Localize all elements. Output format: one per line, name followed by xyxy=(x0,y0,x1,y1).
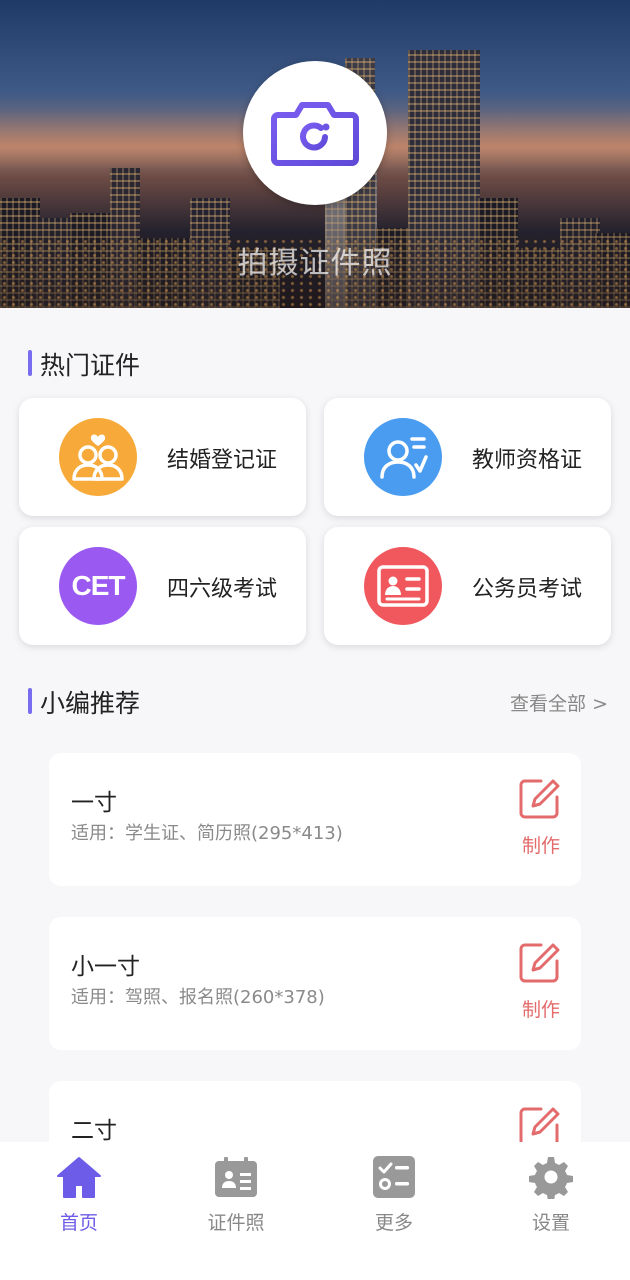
edit-icon[interactable] xyxy=(517,941,561,985)
rec-item-title: 小一寸 xyxy=(71,954,140,980)
nav-id-photo[interactable]: 证件照 xyxy=(176,1154,296,1235)
hot-item-marriage[interactable]: 结婚登记证 xyxy=(19,398,306,516)
nav-label: 更多 xyxy=(374,1212,413,1234)
nav-settings[interactable]: 设置 xyxy=(491,1154,611,1235)
recommend-section-title: 小编推荐 xyxy=(28,684,140,720)
hot-item-label: 四六级考试 xyxy=(167,577,278,602)
id-card-icon xyxy=(364,547,442,625)
rec-item-small-one-inch[interactable]: 小一寸 适用：驾照、报名照(260*378) 制作 xyxy=(49,917,581,1050)
hero-banner[interactable]: 拍摄证件照 xyxy=(0,0,630,308)
see-all-link[interactable]: 查看全部 > xyxy=(510,689,608,716)
rec-item-desc: 适用：驾照、报名照(260*378) xyxy=(71,987,325,1008)
bottom-nav: 首页 证件照 更多 设置 xyxy=(0,1142,630,1280)
camera-button[interactable] xyxy=(243,61,387,205)
hot-item-teacher[interactable]: 教师资格证 xyxy=(324,398,611,516)
hot-item-label: 公务员考试 xyxy=(472,577,583,602)
checklist-icon xyxy=(371,1154,417,1200)
rec-item-one-inch[interactable]: 一寸 适用：学生证、简历照(295*413) 制作 xyxy=(49,753,581,886)
rec-item-title: 二寸 xyxy=(71,1118,117,1144)
teacher-icon xyxy=(364,418,442,496)
cet-icon-text: CET xyxy=(71,570,126,601)
nav-label: 设置 xyxy=(531,1212,570,1234)
nav-label: 首页 xyxy=(59,1212,98,1234)
hero-label: 拍摄证件照 xyxy=(237,246,393,281)
home-icon xyxy=(56,1154,102,1200)
nav-label: 证件照 xyxy=(207,1212,265,1234)
nav-more[interactable]: 更多 xyxy=(334,1154,454,1235)
hot-item-cet[interactable]: CET 四六级考试 xyxy=(19,527,306,645)
rec-item-desc: 适用：学生证、简历照(295*413) xyxy=(71,823,343,844)
make-button[interactable]: 制作 xyxy=(522,995,560,1022)
cet-icon: CET xyxy=(59,547,137,625)
edit-icon[interactable] xyxy=(517,777,561,821)
nav-home[interactable]: 首页 xyxy=(19,1154,139,1235)
couple-icon xyxy=(59,418,137,496)
hot-item-civil-servant[interactable]: 公务员考试 xyxy=(324,527,611,645)
hot-item-label: 结婚登记证 xyxy=(167,448,278,473)
hot-item-label: 教师资格证 xyxy=(472,448,583,473)
make-button[interactable]: 制作 xyxy=(522,831,560,858)
rec-item-title: 一寸 xyxy=(71,790,117,816)
gear-icon xyxy=(528,1154,574,1200)
id-photo-icon xyxy=(213,1154,259,1200)
hot-section-title: 热门证件 xyxy=(28,346,140,382)
camera-icon xyxy=(271,102,359,166)
